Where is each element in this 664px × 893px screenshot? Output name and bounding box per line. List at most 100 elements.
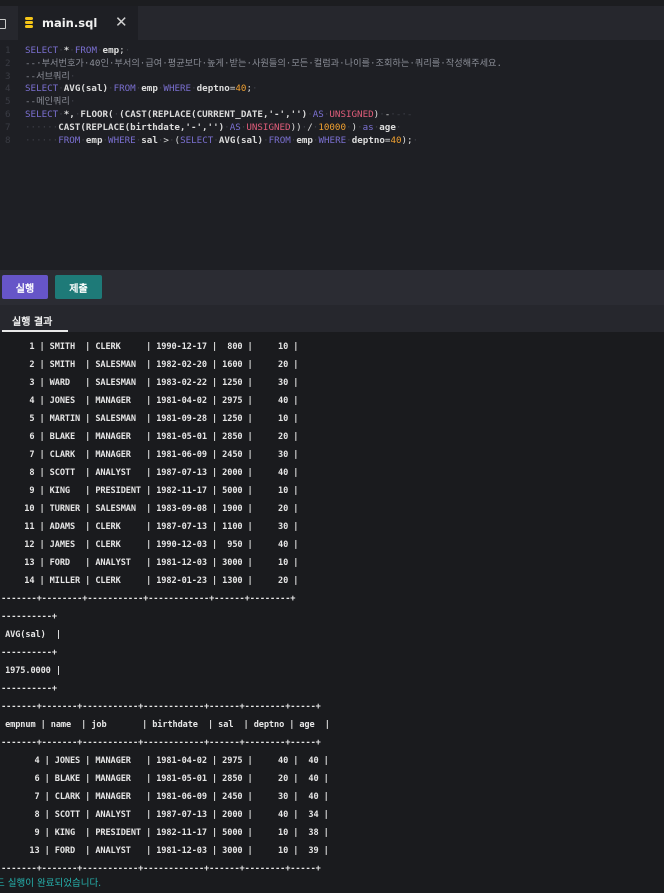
result-line: 10 | TURNER | SALESMAN | 1983-09-08 | 19… [4,504,299,514]
database-icon [25,17,35,29]
result-line: 7 | CLARK | MANAGER | 1981-06-09 | 2450 … [4,792,329,802]
result-line: 4 | JONES | MANAGER | 1981-04-02 | 2975 … [4,396,299,406]
code-token: FROM [268,134,291,146]
code-token: 10000 [318,121,346,133]
code-line[interactable]: 8 ······FROM·emp·WHERE·sal·>·(SELECT·AVG(… [0,135,418,147]
code-token: ); [401,134,413,146]
result-line: --------+-------+-----------+-----------… [0,702,321,712]
code-token: FROM [113,83,136,95]
code-token: as [362,121,374,133]
result-line: 13 | FORD | ANALYST | 1981-12-03 | 3000 … [4,846,329,856]
code-token: --·부서번호가·40인·부서의·급여·평균보다·높게·받는·사원들의·모든·컬… [25,57,503,69]
result-line: --------+-------+-----------+-----------… [0,864,321,874]
tab-filename: main.sql [42,16,98,30]
code-token: ······ [25,134,59,146]
code-token: SELECT [25,83,59,95]
result-line: 8 | SCOTT | ANALYST | 1987-07-13 | 2000 … [4,468,299,478]
action-toolbar: 실행 제출 [0,270,664,305]
result-line: 2 | SMITH | SALESMAN | 1982-02-20 | 1600… [4,360,299,370]
code-token: SELECT [180,134,214,146]
code-token: FROM [58,134,81,146]
result-line: -----------+ [0,648,57,658]
code-token: )) [290,121,302,133]
code-line[interactable]: 7 ······CAST(REPLACE(birthdate,'-','') · AS… [0,122,401,134]
result-line: 13 | FORD | ANALYST | 1981-12-03 | 3000 … [4,558,299,568]
result-line: 6 | BLAKE | MANAGER | 1981-05-01 | 2850 … [4,432,299,442]
code-token: emp [296,134,313,146]
line-number: 3 [5,70,11,82]
code-token: · [395,121,402,133]
result-line: -----------+ [0,612,57,622]
code-token: ······ [25,121,59,133]
code-line[interactable]: 2 --·부서번호가·40인·부서의·급여·평균보다·높게·받는·사원들의·모든·… [0,58,502,70]
result-line: 8 | SCOTT | ANALYST | 1987-07-13 | 2000 … [4,810,329,820]
code-line[interactable]: 6 SELECT·*,·FLOOR(·(CAST(REPLACE(CURRENT_… [0,109,412,121]
result-line: 1 | SMITH | CLERK | 1990-12-17 | 800 | 1… [4,342,299,352]
code-token: deptno [196,83,230,95]
tab-execution-result[interactable]: 실행 결과 [12,313,52,328]
close-tab-icon[interactable]: ✕ [115,15,128,30]
code-token: AVG(sal) [63,83,109,95]
result-line: 1975.0000 | [0,666,61,676]
code-token: WHERE [163,83,192,95]
code-token: emp [141,83,158,95]
code-token: UNSIGNED [329,109,374,120]
tab-bar: main.sql ✕ [0,6,664,40]
code-token: 40 [235,83,247,95]
submit-button[interactable]: 제출 [55,275,102,299]
code-editor[interactable]: 1 SELECT·*·FROM·emp;· 2 --·부서번호가·40인·부서의·급여… [0,40,664,270]
code-token: WHERE [108,134,136,146]
code-token: · [69,70,76,82]
line-number: 8 [5,134,11,146]
run-button[interactable]: 실행 [2,275,48,299]
result-line: 3 | WARD | SALESMAN | 1983-02-22 | 1250 … [4,378,299,388]
result-line: 9 | KING | PRESIDENT | 1982-11-17 | 5000… [4,828,329,838]
code-token: deptno [351,134,385,146]
result-line: 9 | KING | PRESIDENT | 1982-11-17 | 5000… [4,486,299,496]
result-line: 14 | MILLER | CLERK | 1982-01-23 | 1300 … [4,576,299,586]
result-line: -----------+ [0,684,57,694]
line-number: 2 [5,57,11,69]
code-token: UNSIGNED [246,121,291,133]
code-token: FROM [74,45,97,56]
code-token: AS [229,121,241,133]
line-number: 4 [5,83,11,95]
code-token: ·-·- [390,109,413,120]
code-token: sal [141,134,158,146]
result-line: 7 | CLARK | MANAGER | 1981-06-09 | 2450 … [4,450,299,460]
code-token: age [379,121,396,133]
result-line: empnum | name | job | birthdate | sal | … [0,720,330,730]
code-token: SELECT [25,45,59,56]
code-token: AVG(sal) [218,134,264,146]
line-number: 7 [5,121,11,133]
code-token: --메인쿼리 [25,96,70,108]
line-number: 6 [5,109,11,120]
code-token: · [124,45,131,56]
code-token: FLOOR( [80,109,114,120]
code-token: --서브쿼리 [25,70,70,82]
code-token: · [69,96,76,108]
result-line: 11 | ADAMS | CLERK | 1987-07-13 | 1100 |… [4,522,299,532]
result-tabs: 실행 결과 [0,305,664,332]
code-token: · [252,83,258,95]
result-line: --------+--------+-----------+----------… [0,594,296,604]
result-line: --------+-------+-----------+-----------… [0,738,321,748]
code-token: emp [85,134,103,146]
result-line: AVG(sal) | [0,630,61,640]
code-token: (CAST(REPLACE(CURRENT_DATE,'-','') [119,109,308,120]
code-token: *, [63,109,75,120]
code-token: · [412,134,419,146]
code-token: 40 [390,134,402,146]
code-token: SELECT [25,109,59,120]
code-token: CAST(REPLACE(birthdate,'-','') [58,121,225,133]
line-number: 5 [5,96,11,108]
result-line: 4 | JONES | MANAGER | 1981-04-02 | 2975 … [4,756,329,766]
code-line[interactable]: 4 SELECT·AVG(sal)·FROM·emp·WHERE·deptno=4… [0,83,258,95]
result-line: 6 | BLAKE | MANAGER | 1981-05-01 | 2850 … [4,774,329,784]
code-line[interactable]: 3 --서브쿼리· [0,71,75,83]
result-line: 5 | MARTIN | SALESMAN | 1981-09-28 | 125… [4,414,299,424]
code-token: WHERE [318,134,347,146]
code-line[interactable]: 1 SELECT·*·FROM·emp;· [0,45,130,57]
code-line[interactable]: 5 --메인쿼리· [0,96,75,108]
files-icon[interactable] [0,19,6,29]
